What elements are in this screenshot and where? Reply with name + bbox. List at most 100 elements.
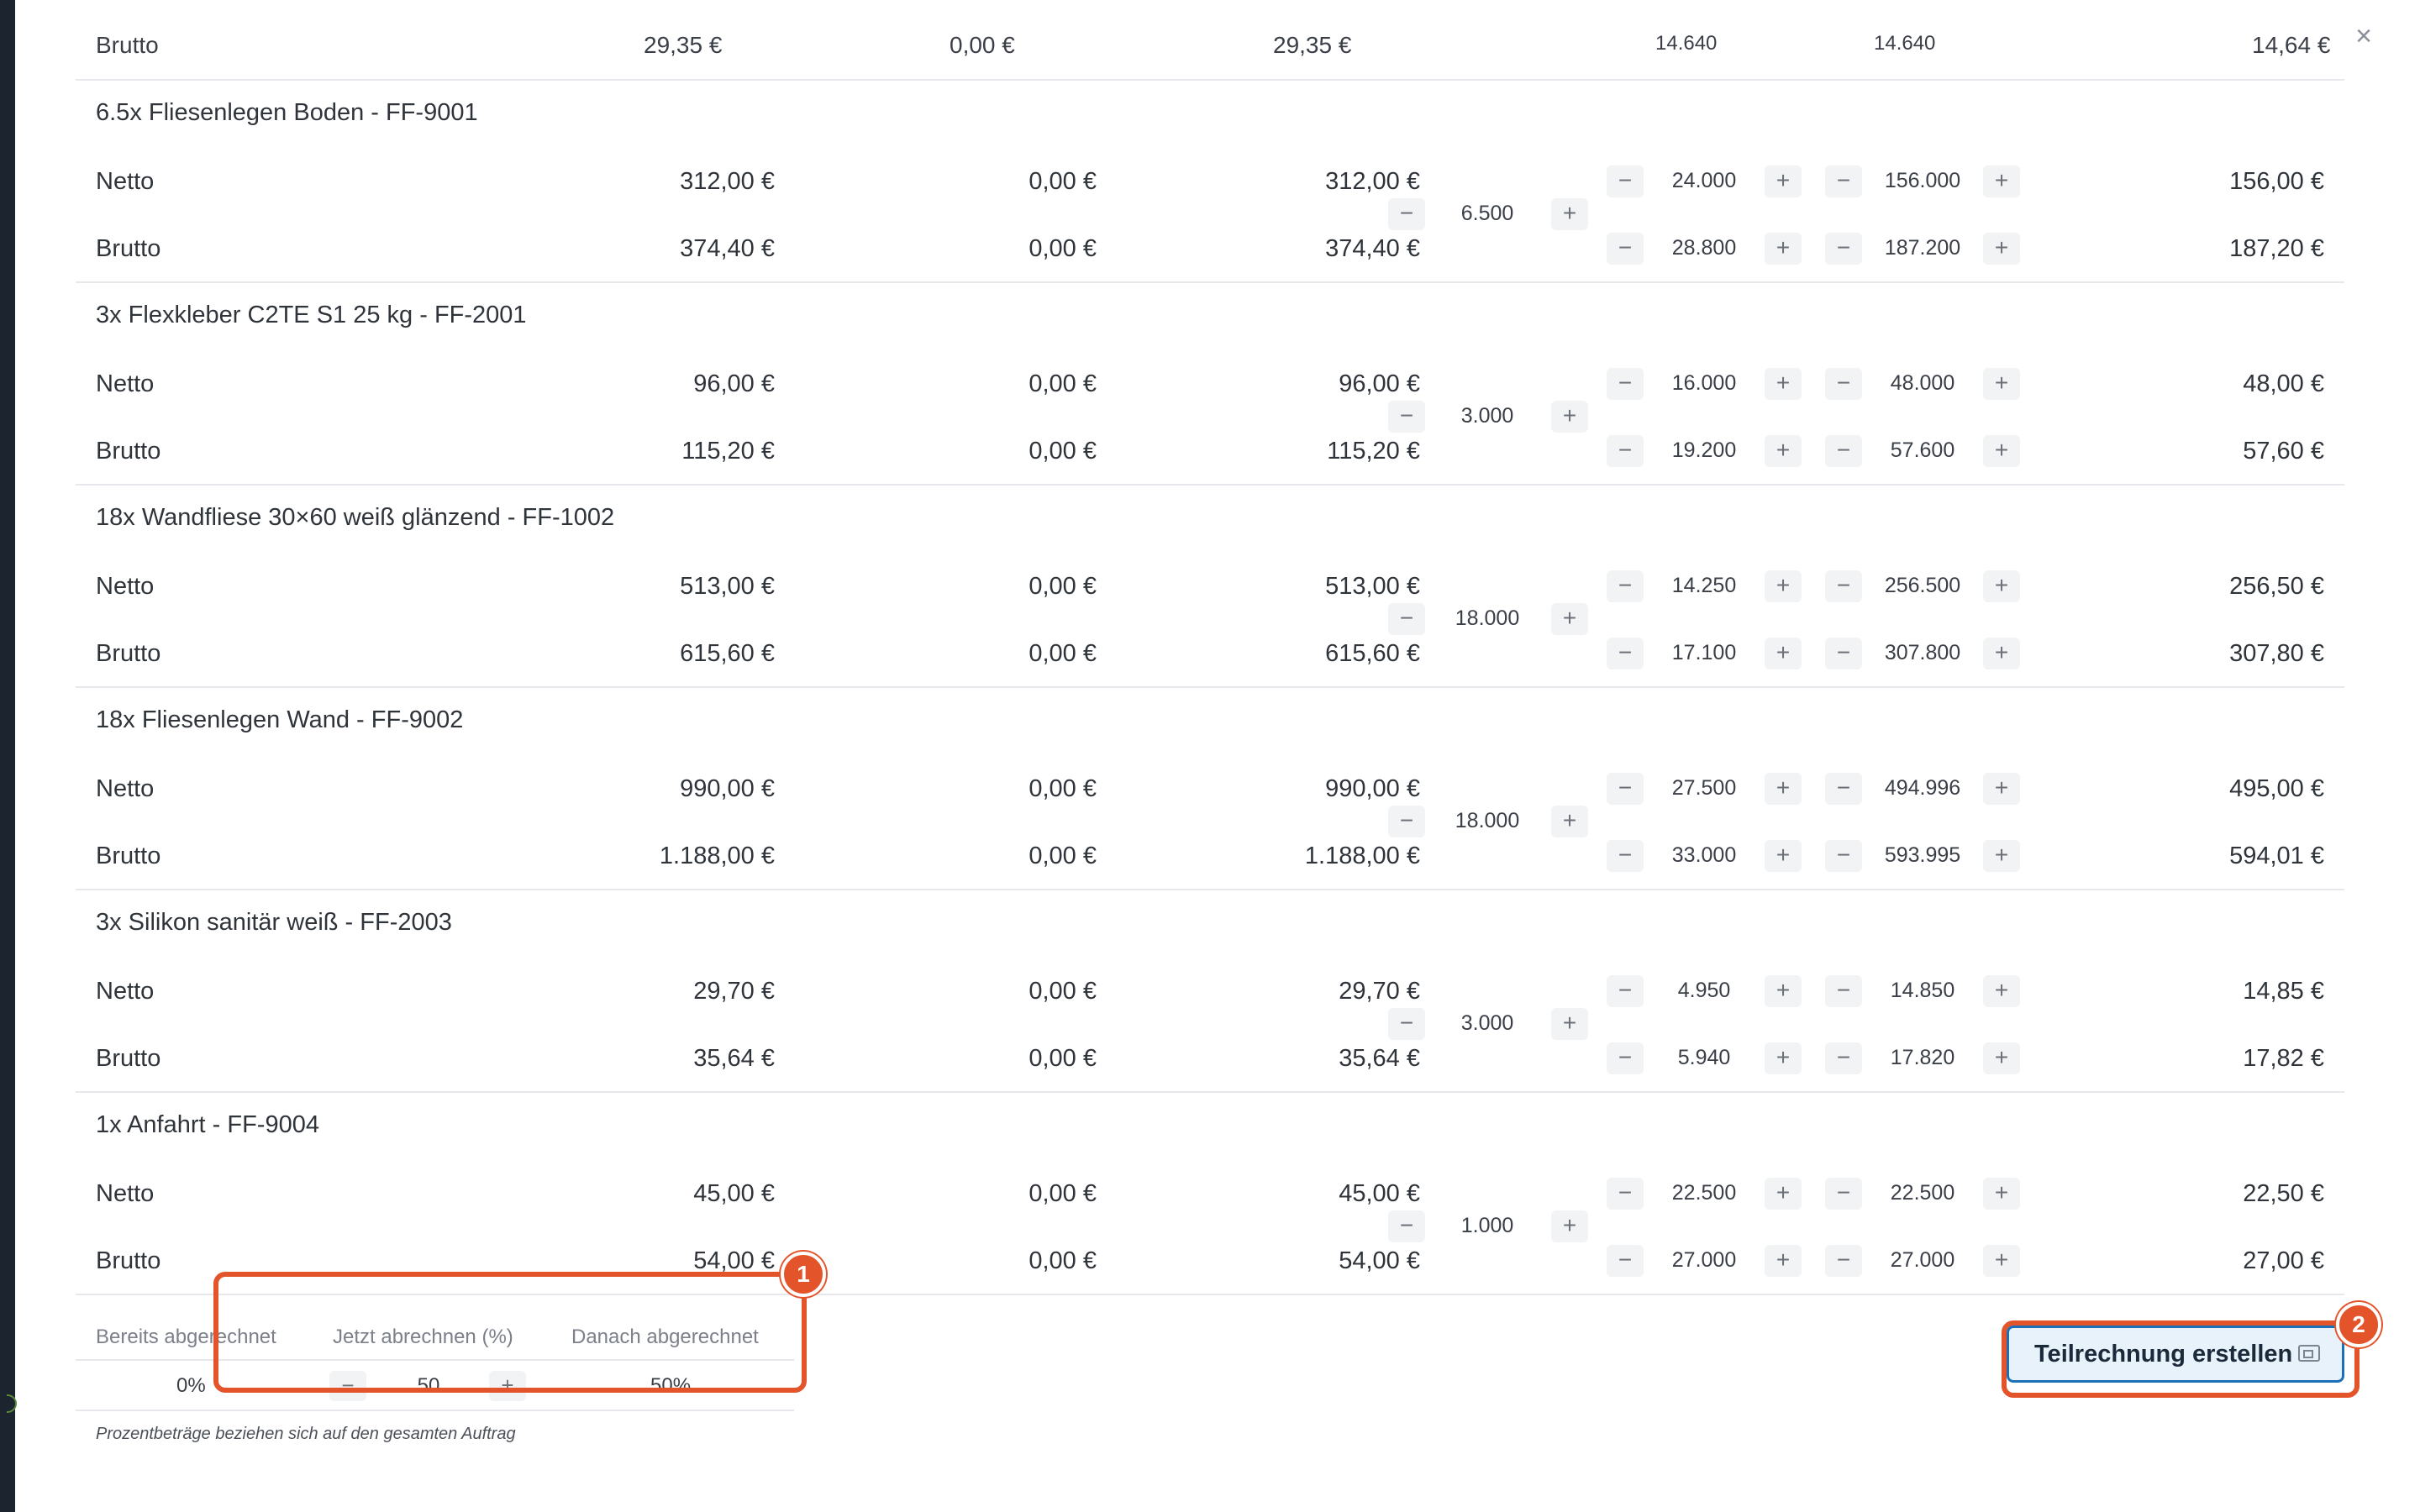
quantity-value[interactable]: 3.000 bbox=[1428, 1011, 1546, 1036]
plus-icon[interactable]: + bbox=[1765, 975, 1802, 1007]
stepper-value[interactable]: 24.000 bbox=[1645, 169, 1763, 193]
unit-price-stepper[interactable]: −22.500 + bbox=[1607, 1178, 1802, 1210]
line-total-stepper[interactable]: −494.996 + bbox=[1825, 773, 2020, 805]
stepper-value[interactable]: 5.940 bbox=[1645, 1046, 1763, 1070]
stepper-value[interactable]: 27.500 bbox=[1645, 776, 1763, 801]
plus-icon[interactable]: + bbox=[1551, 1210, 1588, 1242]
plus-icon[interactable]: + bbox=[1983, 773, 2020, 805]
minus-icon[interactable]: − bbox=[1825, 233, 1862, 265]
minus-icon[interactable]: − bbox=[1388, 1210, 1425, 1242]
plus-icon[interactable]: + bbox=[1765, 233, 1802, 265]
stepper-value[interactable]: 22.500 bbox=[1645, 1181, 1763, 1205]
stepper-value[interactable]: 4.950 bbox=[1645, 979, 1763, 1003]
quantity-value[interactable]: 1.000 bbox=[1428, 1214, 1546, 1238]
minus-icon[interactable]: − bbox=[1825, 1178, 1862, 1210]
minus-icon[interactable]: − bbox=[1607, 975, 1644, 1007]
minus-icon[interactable]: − bbox=[1825, 570, 1862, 602]
plus-icon[interactable]: + bbox=[1983, 1245, 2020, 1277]
minus-icon[interactable]: − bbox=[1607, 638, 1644, 669]
plus-icon[interactable]: + bbox=[1765, 1178, 1802, 1210]
plus-icon[interactable]: + bbox=[1983, 1178, 2020, 1210]
minus-icon[interactable]: − bbox=[1825, 165, 1862, 197]
line-total-stepper[interactable]: −593.995 + bbox=[1825, 840, 2020, 872]
minus-icon[interactable]: − bbox=[1607, 840, 1644, 872]
minus-icon[interactable]: − bbox=[1825, 435, 1862, 467]
minus-icon[interactable]: − bbox=[1825, 1042, 1862, 1074]
minus-icon[interactable]: − bbox=[1388, 198, 1425, 230]
stepper-value[interactable]: 14.850 bbox=[1864, 979, 1981, 1003]
plus-icon[interactable]: + bbox=[1765, 570, 1802, 602]
unit-price-stepper[interactable]: −14.250 + bbox=[1607, 570, 1802, 602]
plus-icon[interactable]: + bbox=[1551, 401, 1588, 433]
unit-price-stepper[interactable]: −27.500 + bbox=[1607, 773, 1802, 805]
plus-icon[interactable]: + bbox=[1983, 1042, 2020, 1074]
close-icon[interactable]: × bbox=[2349, 22, 2378, 50]
minus-icon[interactable]: − bbox=[1825, 368, 1862, 400]
plus-icon[interactable]: + bbox=[1983, 435, 2020, 467]
stepper-value[interactable]: 19.200 bbox=[1645, 438, 1763, 463]
plus-icon[interactable]: + bbox=[1983, 165, 2020, 197]
stepper-value[interactable]: 33.000 bbox=[1645, 843, 1763, 868]
plus-icon[interactable]: + bbox=[1551, 806, 1588, 837]
quantity-stepper[interactable]: −3.000 + bbox=[1388, 401, 1588, 433]
unit-price-stepper[interactable]: −4.950 + bbox=[1607, 975, 1802, 1007]
plus-icon[interactable]: + bbox=[1983, 233, 2020, 265]
stepper-value[interactable]: 16.000 bbox=[1645, 371, 1763, 396]
line-total-stepper[interactable]: −307.800 + bbox=[1825, 638, 2020, 669]
minus-icon[interactable]: − bbox=[1607, 773, 1644, 805]
plus-icon[interactable]: + bbox=[1765, 840, 1802, 872]
line-total-stepper[interactable]: −187.200 + bbox=[1825, 233, 2020, 265]
minus-icon[interactable]: − bbox=[1607, 165, 1644, 197]
stepper-value[interactable]: 17.100 bbox=[1645, 641, 1763, 665]
minus-icon[interactable]: − bbox=[1607, 1245, 1644, 1277]
line-total-stepper[interactable]: −48.000 + bbox=[1825, 368, 2020, 400]
stepper-value[interactable]: 307.800 bbox=[1864, 641, 1981, 665]
line-total-stepper[interactable]: −22.500 + bbox=[1825, 1178, 2020, 1210]
unit-price-stepper[interactable]: −16.000 + bbox=[1607, 368, 1802, 400]
stepper-value[interactable]: 27.000 bbox=[1645, 1248, 1763, 1273]
stepper-value[interactable]: 57.600 bbox=[1864, 438, 1981, 463]
stepper-value[interactable]: 28.800 bbox=[1645, 236, 1763, 260]
minus-icon[interactable]: − bbox=[1825, 1245, 1862, 1277]
quantity-value[interactable]: 18.000 bbox=[1428, 606, 1546, 631]
quantity-stepper[interactable]: −18.000 + bbox=[1388, 806, 1588, 837]
unit-price-stepper[interactable]: −33.000 + bbox=[1607, 840, 1802, 872]
stepper-value[interactable]: 14.250 bbox=[1645, 574, 1763, 598]
line-total-stepper[interactable]: −14.850 + bbox=[1825, 975, 2020, 1007]
plus-icon[interactable]: + bbox=[1765, 1042, 1802, 1074]
stepper-value[interactable]: 17.820 bbox=[1864, 1046, 1981, 1070]
minus-icon[interactable]: − bbox=[1607, 1042, 1644, 1074]
minus-icon[interactable]: − bbox=[1825, 638, 1862, 669]
quantity-value[interactable]: 3.000 bbox=[1428, 404, 1546, 428]
plus-icon[interactable]: + bbox=[1765, 773, 1802, 805]
minus-icon[interactable]: − bbox=[1607, 435, 1644, 467]
quantity-stepper[interactable]: −3.000 + bbox=[1388, 1008, 1588, 1040]
quantity-value[interactable]: 18.000 bbox=[1428, 809, 1546, 833]
plus-icon[interactable]: + bbox=[1983, 638, 2020, 669]
minus-icon[interactable]: − bbox=[1607, 368, 1644, 400]
create-partial-invoice-button[interactable]: Teilrechnung erstellen bbox=[2007, 1326, 2344, 1383]
line-total-stepper[interactable]: −156.000 + bbox=[1825, 165, 2020, 197]
plus-icon[interactable]: + bbox=[1765, 165, 1802, 197]
quantity-value[interactable]: 6.500 bbox=[1428, 202, 1546, 226]
minus-icon[interactable]: − bbox=[1388, 401, 1425, 433]
quantity-stepper[interactable]: −6.500 + bbox=[1388, 198, 1588, 230]
plus-icon[interactable]: + bbox=[1765, 435, 1802, 467]
minus-icon[interactable]: − bbox=[1388, 1008, 1425, 1040]
minus-icon[interactable]: − bbox=[1825, 840, 1862, 872]
quantity-stepper[interactable]: −1.000 + bbox=[1388, 1210, 1588, 1242]
minus-icon[interactable]: − bbox=[1388, 806, 1425, 837]
stepper-value[interactable]: 22.500 bbox=[1864, 1181, 1981, 1205]
stepper-value[interactable]: 187.200 bbox=[1864, 236, 1981, 260]
unit-price-stepper[interactable]: −5.940 + bbox=[1607, 1042, 1802, 1074]
plus-icon[interactable]: + bbox=[1551, 603, 1588, 635]
line-total-stepper[interactable]: −57.600 + bbox=[1825, 435, 2020, 467]
plus-icon[interactable]: + bbox=[1983, 840, 2020, 872]
plus-icon[interactable]: + bbox=[1983, 570, 2020, 602]
unit-price-stepper[interactable]: −24.000 + bbox=[1607, 165, 1802, 197]
plus-icon[interactable]: + bbox=[1983, 368, 2020, 400]
unit-price-stepper[interactable]: −17.100 + bbox=[1607, 638, 1802, 669]
line-total-stepper[interactable]: −27.000 + bbox=[1825, 1245, 2020, 1277]
minus-icon[interactable]: − bbox=[1825, 773, 1862, 805]
line-total-stepper[interactable]: −17.820 + bbox=[1825, 1042, 2020, 1074]
